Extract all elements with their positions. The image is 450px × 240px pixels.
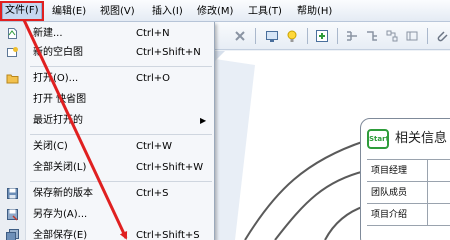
save-icon bbox=[7, 188, 18, 199]
menu-item-label: 新的空白图 bbox=[33, 47, 83, 58]
toolbar bbox=[215, 22, 450, 50]
add-topic-icon[interactable] bbox=[315, 29, 329, 43]
submenu-arrow-icon: ▶ bbox=[200, 116, 207, 125]
menu-bar: 文件(F) 编辑(E) 视图(V) 插入(I) 修改(M) 工具(T) 帮助(H… bbox=[0, 0, 450, 22]
file-menu-highlight bbox=[0, 1, 44, 21]
start-badge: Start bbox=[367, 129, 389, 149]
menu-item-close-all[interactable]: 全部关闭(L) Ctrl+Shift+W bbox=[0, 157, 214, 178]
save-all-icon bbox=[6, 229, 19, 240]
topic-row[interactable]: 项目经理 bbox=[367, 160, 450, 182]
topic-table: 项目经理 团队成员 项目介绍 bbox=[367, 159, 450, 226]
open-folder-icon bbox=[6, 74, 19, 84]
menu-item-shortcut: Ctrl+S bbox=[136, 188, 169, 199]
layout-icon-1[interactable] bbox=[345, 29, 359, 43]
menu-item-recent[interactable]: 最近打开的 ▶ bbox=[0, 110, 214, 131]
menu-item-new-blank-map[interactable]: 新的空白图 Ctrl+Shift+N bbox=[0, 42, 214, 63]
topic-card[interactable]: Start 相关信息 项目经理 团队成员 项目介绍 bbox=[360, 118, 450, 240]
topic-row-label: 项目介绍 bbox=[371, 210, 408, 220]
save-as-icon bbox=[7, 209, 18, 221]
menu-item-open-shortcut[interactable]: 打开 快省图 bbox=[0, 89, 214, 110]
topic-row-label: 团队成员 bbox=[371, 188, 408, 198]
menu-item-label: 保存新的版本 bbox=[33, 188, 93, 199]
menu-item-open[interactable]: 打开(O)... Ctrl+O bbox=[0, 68, 214, 89]
layout-icon-3[interactable] bbox=[385, 29, 399, 43]
blank-map-icon bbox=[7, 47, 18, 57]
delete-icon[interactable] bbox=[233, 29, 247, 43]
menu-item-shortcut: Ctrl+Shift+W bbox=[136, 162, 204, 173]
topic-row[interactable]: 项目介绍 bbox=[367, 204, 450, 226]
topic-row-label: 项目经理 bbox=[371, 166, 408, 176]
menu-item-label: 全部关闭(L) bbox=[33, 162, 87, 173]
menu-item-label: 打开(O)... bbox=[33, 73, 79, 84]
menu-edit[interactable]: 编辑(E) bbox=[52, 4, 86, 20]
menu-item-label: 另存为(A)... bbox=[33, 209, 88, 220]
menu-item-new[interactable]: 新建... Ctrl+N bbox=[0, 23, 214, 44]
topic-title: 相关信息 bbox=[395, 131, 448, 146]
menu-item-shortcut: Ctrl+Shift+N bbox=[136, 47, 201, 58]
attachment-icon[interactable] bbox=[435, 29, 449, 43]
menu-view[interactable]: 视图(V) bbox=[100, 4, 135, 20]
menu-help[interactable]: 帮助(H) bbox=[297, 4, 332, 20]
menu-item-save-as[interactable]: 另存为(A)... bbox=[0, 204, 214, 225]
new-file-icon bbox=[8, 28, 17, 39]
menu-insert[interactable]: 插入(I) bbox=[152, 4, 183, 20]
menu-item-save-all[interactable]: 全部保存(E) Ctrl+Shift+S bbox=[0, 225, 214, 240]
menu-item-label: 新建... bbox=[33, 28, 63, 39]
menu-item-label: 打开 快省图 bbox=[33, 94, 87, 105]
menu-item-label: 最近打开的 bbox=[33, 115, 83, 126]
menu-tools[interactable]: 工具(T) bbox=[248, 4, 282, 20]
menu-item-shortcut: Ctrl+W bbox=[136, 141, 173, 152]
menu-item-shortcut: Ctrl+N bbox=[136, 28, 170, 39]
menu-item-save-new-version[interactable]: 保存新的版本 Ctrl+S bbox=[0, 183, 214, 204]
menu-item-label: 全部保存(E) bbox=[33, 230, 88, 240]
lightbulb-icon[interactable] bbox=[285, 29, 299, 43]
layout-icon-2[interactable] bbox=[365, 29, 379, 43]
layout-icon-4[interactable] bbox=[405, 29, 419, 43]
menu-item-close[interactable]: 关闭(C) Ctrl+W bbox=[0, 136, 214, 157]
menu-item-label: 关闭(C) bbox=[33, 141, 68, 152]
menu-item-shortcut: Ctrl+O bbox=[136, 73, 171, 84]
note-icon[interactable] bbox=[265, 29, 279, 43]
file-menu-dropdown: 新建... Ctrl+N 新的空白图 Ctrl+Shift+N 打开(O)...… bbox=[0, 22, 215, 240]
topic-row[interactable]: 团队成员 bbox=[367, 182, 450, 204]
menu-item-shortcut: Ctrl+Shift+S bbox=[136, 230, 200, 240]
menu-modify[interactable]: 修改(M) bbox=[197, 4, 233, 20]
